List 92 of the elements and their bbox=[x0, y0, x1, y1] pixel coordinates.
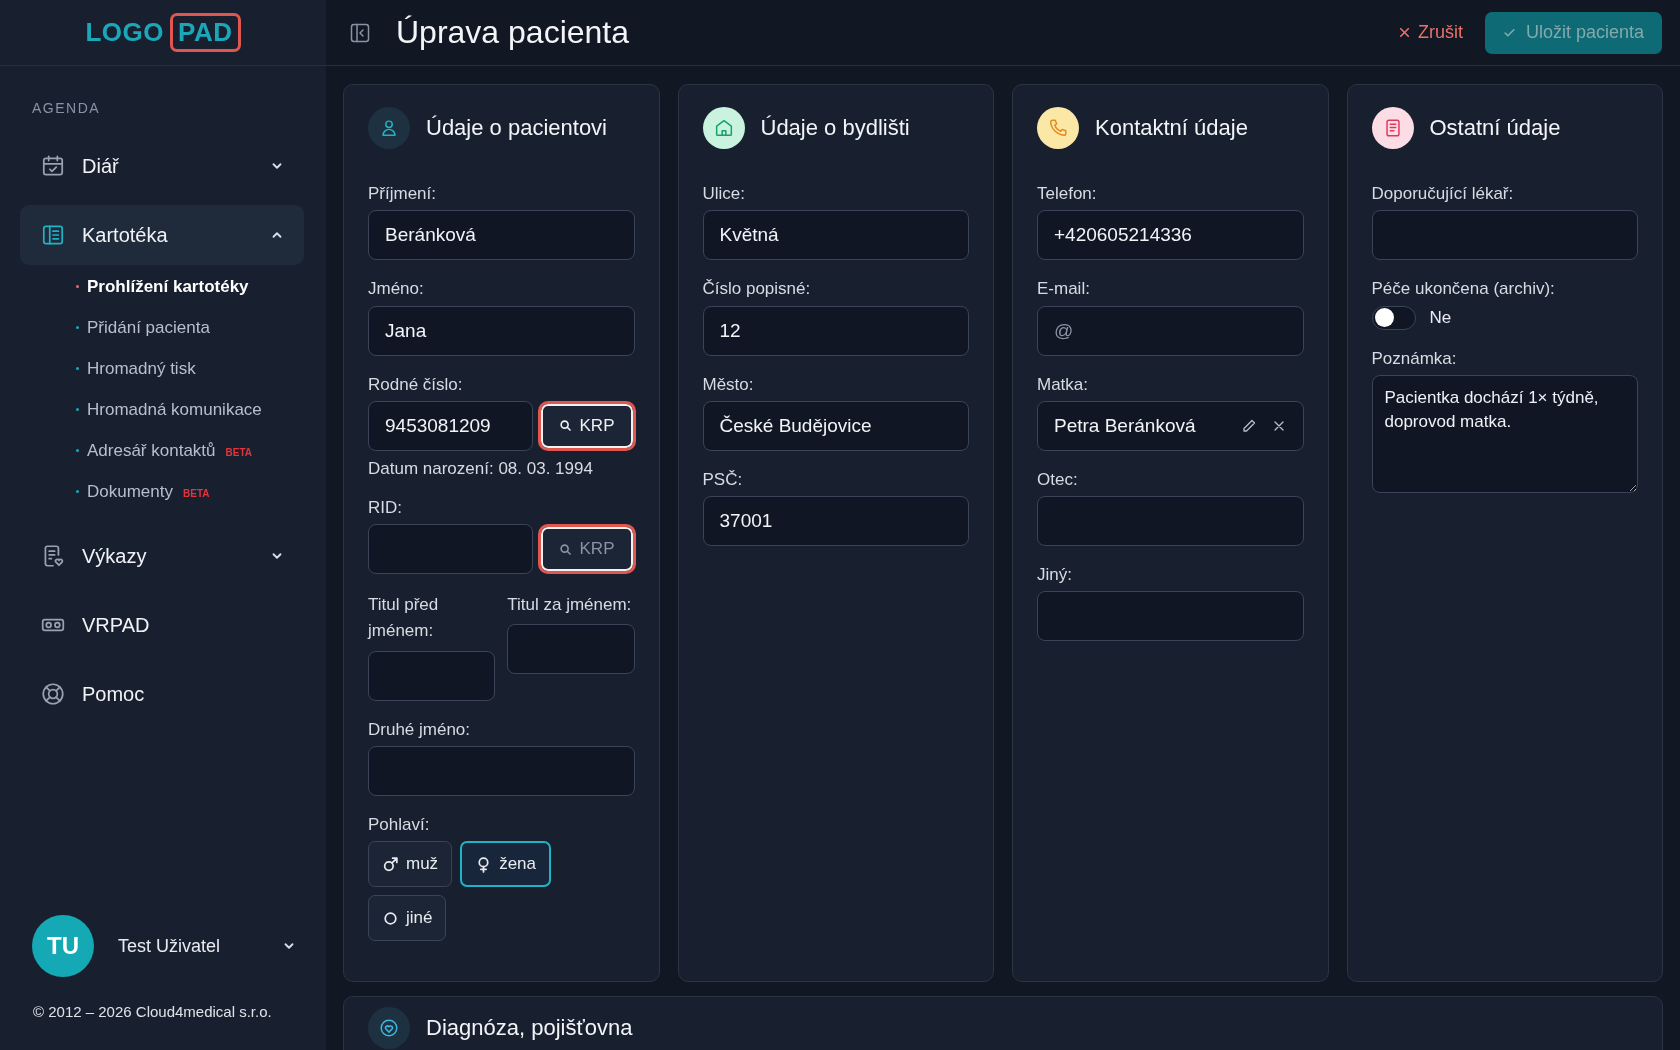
copyright: © 2012 – 2026 Cloud4medical s.r.o. bbox=[32, 1002, 273, 1022]
person-field[interactable]: Petra Beránková bbox=[1037, 400, 1304, 451]
card-title: Údaje o bydlišti bbox=[760, 115, 910, 141]
field-label: Doporučující lékař: bbox=[1371, 183, 1515, 205]
card-title: Kontaktní údaje bbox=[1095, 115, 1248, 141]
input-field[interactable] bbox=[368, 524, 533, 574]
avatar: TU bbox=[32, 915, 94, 977]
field-label: RID: bbox=[368, 496, 403, 518]
input-field[interactable]: 12 bbox=[702, 305, 969, 356]
nav-item[interactable]: Diář bbox=[20, 136, 304, 196]
page-title: Úprava pacienta bbox=[396, 14, 630, 51]
cancel-button[interactable]: Zrušit bbox=[1393, 16, 1467, 49]
user-name: Test Uživatel bbox=[118, 935, 222, 957]
nav-item[interactable]: Výkazy bbox=[20, 526, 304, 586]
submenu-item[interactable]: Hromadný tisk bbox=[76, 348, 304, 389]
bullet-dot bbox=[76, 408, 79, 411]
field-label: Rodné číslo: bbox=[368, 373, 464, 395]
phone-icon bbox=[1037, 107, 1079, 149]
input-field[interactable] bbox=[368, 745, 635, 796]
submenu-item[interactable]: Hromadná komunikace bbox=[76, 389, 304, 430]
input-field[interactable] bbox=[1371, 210, 1638, 261]
bullet-dot bbox=[76, 449, 79, 452]
beta-label: BETA bbox=[225, 447, 252, 458]
person-name: Petra Beránková bbox=[1054, 414, 1197, 437]
input-field[interactable]: České Budějovice bbox=[702, 400, 969, 451]
person-icon bbox=[368, 107, 410, 149]
field-label: Město: bbox=[702, 373, 755, 395]
field-label: Péče ukončena (archiv): bbox=[1371, 278, 1556, 300]
input-field[interactable] bbox=[368, 650, 496, 701]
field-label: Matka: bbox=[1037, 373, 1090, 395]
input-field[interactable] bbox=[1037, 496, 1304, 546]
submenu-item[interactable]: Adresář kontaktů BETA bbox=[76, 430, 304, 471]
input-field[interactable]: 37001 bbox=[702, 496, 969, 546]
field-label: Číslo popisné: bbox=[702, 278, 812, 300]
toggle-switch[interactable] bbox=[1371, 305, 1416, 330]
input-field[interactable] bbox=[507, 624, 635, 675]
field-label: Jiný: bbox=[1037, 564, 1073, 586]
input-field[interactable]: 9453081209 bbox=[368, 400, 533, 451]
nav-item[interactable]: Pomoc bbox=[20, 664, 304, 724]
bullet-dot bbox=[76, 367, 79, 370]
search-icon bbox=[558, 542, 572, 556]
field-label: Poznámka: bbox=[1371, 347, 1458, 369]
input-field[interactable]: Květná bbox=[702, 210, 969, 261]
bullet-dot bbox=[76, 285, 79, 288]
check-icon bbox=[1502, 26, 1516, 39]
house-icon bbox=[702, 107, 745, 149]
input-field[interactable] bbox=[1037, 591, 1304, 642]
field-label: Titul za jménem: bbox=[507, 594, 633, 616]
user-menu[interactable]: TU Test Uživatel bbox=[0, 915, 326, 977]
nav-item[interactable]: Kartotéka bbox=[20, 205, 304, 265]
nav-item[interactable]: VRPAD bbox=[20, 595, 304, 655]
card-title: Diagnóza, pojišťovna bbox=[426, 1015, 633, 1042]
search-button[interactable]: KRP bbox=[540, 403, 633, 448]
toggle-state: Ne bbox=[1429, 307, 1452, 328]
input-field[interactable]: +420605214336 bbox=[1037, 210, 1304, 261]
pencil-icon[interactable] bbox=[1240, 417, 1257, 434]
field-label: Jméno: bbox=[368, 278, 425, 300]
field-label: PSČ: bbox=[702, 468, 744, 490]
lifebuoy-icon bbox=[40, 681, 66, 707]
section-label: AGENDA bbox=[31, 99, 102, 118]
submenu-item[interactable]: Dokumenty BETA bbox=[76, 471, 304, 512]
document-icon bbox=[1371, 107, 1414, 149]
male-sign-icon bbox=[382, 855, 399, 873]
field-label: Telefon: bbox=[1037, 183, 1098, 205]
close-icon bbox=[1397, 26, 1411, 39]
field-label: Příjmení: bbox=[368, 183, 438, 205]
bullet-dot bbox=[76, 326, 79, 329]
submenu-item[interactable]: Prohlížení kartotéky bbox=[76, 266, 304, 307]
note-field[interactable]: Pacientka dochází 1× týdně, doprovod matka. bbox=[1371, 374, 1638, 493]
input-field[interactable]: @ bbox=[1037, 305, 1304, 356]
submenu-item[interactable]: Přidání pacienta bbox=[76, 307, 304, 348]
birth-date-note: Datum narození: 08. 03. 1994 bbox=[368, 458, 594, 479]
gender-option[interactable]: muž bbox=[368, 841, 453, 888]
card-title: Ostatní údaje bbox=[1429, 115, 1561, 141]
input-field[interactable]: Jana bbox=[368, 305, 635, 356]
gender-option[interactable]: jiné bbox=[368, 895, 447, 942]
field-label: Otec: bbox=[1037, 468, 1079, 490]
beta-label: BETA bbox=[183, 488, 210, 499]
field-label: Ulice: bbox=[702, 183, 746, 205]
bullet-dot bbox=[76, 490, 79, 493]
field-label: Druhé jméno: bbox=[368, 718, 472, 740]
field-label: E-mail: bbox=[1037, 278, 1091, 300]
search-icon bbox=[558, 419, 572, 433]
input-field[interactable]: Beránková bbox=[368, 210, 635, 261]
field-label: Titul před jménem: bbox=[368, 594, 440, 643]
logo[interactable]: LOGO PAD bbox=[85, 13, 241, 52]
calendar-icon bbox=[40, 153, 66, 179]
circle-icon bbox=[382, 909, 399, 927]
field-label: Pohlaví: bbox=[368, 813, 431, 836]
index-card-icon bbox=[40, 222, 66, 248]
gender-option[interactable]: žena bbox=[460, 841, 551, 888]
card-title: Údaje o pacientovi bbox=[426, 115, 607, 141]
